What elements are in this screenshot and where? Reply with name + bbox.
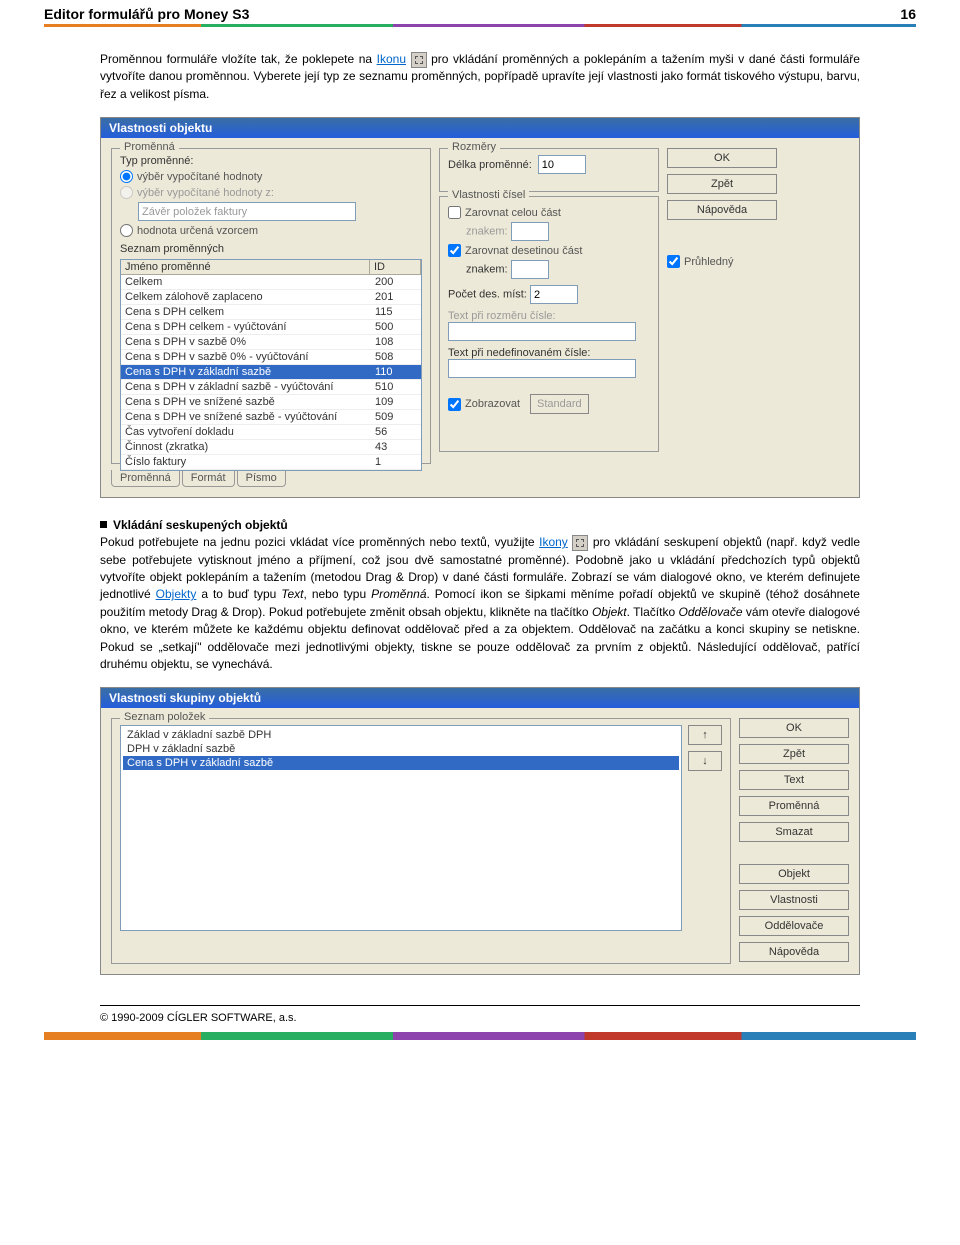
- subheading-vkladani: Vkládání seskupených objektů: [100, 518, 860, 532]
- link-ikonu[interactable]: Ikonu: [377, 52, 406, 66]
- btn-move-down[interactable]: ↓: [688, 751, 722, 771]
- label-seznam-promennych: Seznam proměnných: [120, 243, 422, 255]
- table-row[interactable]: Číslo faktury1: [121, 455, 421, 470]
- list-polozky[interactable]: Základ v základní sazbě DPHDPH v základn…: [120, 725, 682, 931]
- header-divider: [44, 24, 916, 27]
- list-item[interactable]: Cena s DPH v základní sazbě: [123, 756, 679, 770]
- input-znak2[interactable]: [511, 260, 549, 279]
- spin-pocet-des[interactable]: [530, 285, 578, 304]
- tab-pismo[interactable]: Písmo: [237, 470, 286, 487]
- tab-promenna[interactable]: Proměnná: [111, 470, 180, 487]
- page-title: Editor formulářů pro Money S3: [44, 6, 249, 22]
- link-ikony[interactable]: Ikony: [539, 535, 568, 549]
- btn2-objekt[interactable]: Objekt: [739, 864, 849, 884]
- btn2-ok[interactable]: OK: [739, 718, 849, 738]
- input-text-nedef[interactable]: [448, 359, 636, 378]
- table-row[interactable]: Cena s DPH v sazbě 0% - vyúčtování508: [121, 350, 421, 365]
- radio-hodnota-vzorcem[interactable]: [120, 224, 133, 237]
- table-row[interactable]: Cena s DPH v základní sazbě - vyúčtování…: [121, 380, 421, 395]
- dialog1-titlebar: Vlastnosti objektu: [101, 118, 859, 138]
- btn2-text[interactable]: Text: [739, 770, 849, 790]
- input-text-rozmer[interactable]: [448, 322, 636, 341]
- chk-pruhledny[interactable]: [667, 255, 680, 268]
- table-row[interactable]: Cena s DPH ve snížené sazbě109: [121, 395, 421, 410]
- btn-ok[interactable]: OK: [667, 148, 777, 168]
- footer-gradient: [44, 1032, 916, 1040]
- tab-format[interactable]: Formát: [182, 470, 235, 487]
- footer-copyright: © 1990-2009 CÍGLER SOFTWARE, a.s.: [0, 1006, 960, 1032]
- table-row[interactable]: Celkem zálohově zaplaceno201: [121, 290, 421, 305]
- variable-table[interactable]: Jméno proměnnéID Celkem200Celkem zálohov…: [120, 259, 422, 471]
- table-row[interactable]: Cena s DPH v sazbě 0%108: [121, 335, 421, 350]
- dialog2-titlebar: Vlastnosti skupiny objektů: [101, 688, 859, 708]
- table-row[interactable]: Cena s DPH celkem - vyúčtování500: [121, 320, 421, 335]
- btn-napoveda[interactable]: Nápověda: [667, 200, 777, 220]
- variable-insert-icon: [411, 52, 427, 68]
- label-typ-promenne: Typ proměnné:: [120, 155, 422, 167]
- link-objekty[interactable]: Objekty: [156, 587, 197, 601]
- table-row[interactable]: Cena s DPH celkem115: [121, 305, 421, 320]
- intro-paragraph: Proměnnou formuláře vložíte tak, že pokl…: [100, 51, 860, 103]
- btn-standard[interactable]: Standard: [530, 394, 589, 414]
- list-item[interactable]: Základ v základní sazbě DPH: [123, 728, 679, 742]
- group-insert-icon: [572, 535, 588, 551]
- radio-vyber-vypocitane[interactable]: [120, 170, 133, 183]
- btn-zpet[interactable]: Zpět: [667, 174, 777, 194]
- chk-zobrazovat[interactable]: [448, 398, 461, 411]
- chk-zarovnat-celou[interactable]: [448, 206, 461, 219]
- page-number: 16: [900, 6, 916, 22]
- btn2-oddelovace[interactable]: Oddělovače: [739, 916, 849, 936]
- btn2-smazat[interactable]: Smazat: [739, 822, 849, 842]
- spin-delka[interactable]: [538, 155, 586, 174]
- btn2-vlastnosti[interactable]: Vlastnosti: [739, 890, 849, 910]
- paragraph-seskupene: Pokud potřebujete na jednu pozici vkláda…: [100, 534, 860, 673]
- btn2-promenna[interactable]: Proměnná: [739, 796, 849, 816]
- table-row[interactable]: Cena s DPH v základní sazbě110: [121, 365, 421, 380]
- combo-zaverpol[interactable]: [138, 202, 356, 221]
- table-row[interactable]: Činnost (zkratka)43: [121, 440, 421, 455]
- chk-zarovnat-desetinou[interactable]: [448, 244, 461, 257]
- table-row[interactable]: Cena s DPH ve snížené sazbě - vyúčtování…: [121, 410, 421, 425]
- dialog-vlastnosti-objektu: Vlastnosti objektu Proměnná Typ proměnné…: [100, 117, 860, 498]
- radio-vyber-z[interactable]: [120, 186, 133, 199]
- btn2-napoveda[interactable]: Nápověda: [739, 942, 849, 962]
- btn-move-up[interactable]: ↑: [688, 725, 722, 745]
- table-row[interactable]: Celkem200: [121, 275, 421, 290]
- input-znak1[interactable]: [511, 222, 549, 241]
- list-item[interactable]: DPH v základní sazbě: [123, 742, 679, 756]
- table-row[interactable]: Čas vytvoření dokladu56: [121, 425, 421, 440]
- btn2-zpet[interactable]: Zpět: [739, 744, 849, 764]
- dialog-vlastnosti-skupiny: Vlastnosti skupiny objektů Seznam polože…: [100, 687, 860, 975]
